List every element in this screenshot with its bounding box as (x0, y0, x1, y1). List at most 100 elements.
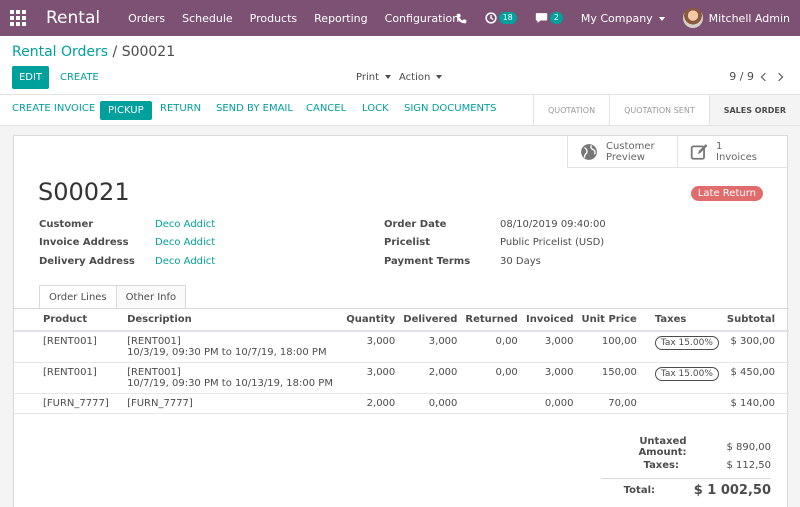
table-row[interactable]: [FURN_7777] [FURN_7777] 2,000 0,000 0,00… (14, 393, 789, 414)
delivery-address-field[interactable]: Deco Addict (155, 256, 215, 267)
app-name[interactable]: Rental (46, 8, 100, 28)
preview-label-1: Customer (606, 141, 655, 152)
cell-delivered: 0,000 (399, 393, 462, 414)
taxes-row: Taxes: $ 112,50 (601, 456, 771, 474)
form-sheet: Customer Preview 1 Invoices S00021 Late Re… (13, 135, 789, 507)
col-returned[interactable]: Returned (461, 309, 522, 332)
pickup-button[interactable]: PICKUP (100, 101, 152, 120)
tab-other-info[interactable]: Other Info (116, 285, 187, 309)
company-switcher[interactable]: My Company (581, 12, 665, 25)
cell-invoiced: 3,000 (521, 362, 578, 394)
menu-item-products[interactable]: Products (250, 12, 298, 25)
print-dropdown[interactable]: Print (356, 72, 392, 83)
col-invoiced[interactable]: Invoiced (521, 309, 578, 332)
globe-icon (581, 144, 597, 160)
col-description[interactable]: Description (123, 309, 341, 332)
edit-button[interactable]: EDIT (12, 66, 49, 89)
stage-quotation-sent[interactable]: QUOTATION SENT (609, 95, 709, 125)
description-line: [RENT001] (127, 367, 181, 378)
delivery-address-label: Delivery Address (39, 256, 135, 267)
order-lines-table: Product Description Quantity Delivered R… (14, 309, 789, 414)
chevron-down-icon (436, 75, 443, 79)
sign-documents-button[interactable]: SIGN DOCUMENTS (404, 103, 496, 114)
customer-preview-button[interactable]: Customer Preview (567, 136, 677, 168)
table-row[interactable]: [RENT001] [RENT001] 10/3/19, 09:30 PM to … (14, 331, 789, 363)
cell-subtotal: $ 450,00 (722, 362, 789, 394)
stage-sales-order[interactable]: SALES ORDER (708, 95, 800, 125)
cell-quantity: 2,000 (340, 393, 400, 414)
col-subtotal[interactable]: Subtotal (722, 309, 789, 332)
cell-taxes: Tax 15.00% (640, 331, 723, 363)
menu-item-orders[interactable]: Orders (128, 12, 165, 25)
invoices-button[interactable]: 1 Invoices (677, 136, 787, 168)
return-button[interactable]: RETURN (160, 103, 201, 114)
order-date-label: Order Date (384, 219, 447, 230)
send-by-email-button[interactable]: SEND BY EMAIL (216, 103, 293, 114)
tab-order-lines[interactable]: Order Lines (39, 285, 117, 309)
untaxed-row: Untaxed Amount: $ 890,00 (601, 436, 771, 458)
order-totals: Untaxed Amount: $ 890,00 Taxes: $ 112,50… (601, 436, 771, 502)
breadcrumb-parent[interactable]: Rental Orders (12, 44, 108, 60)
table-header-row: Product Description Quantity Delivered R… (14, 309, 789, 332)
table-row[interactable]: [RENT001] [RENT001] 10/7/19, 09:30 PM to … (14, 362, 789, 394)
cell-product: [FURN_7777] (14, 393, 124, 414)
cell-invoiced: 0,000 (521, 393, 578, 414)
col-quantity[interactable]: Quantity (340, 309, 400, 332)
action-label: Action (399, 72, 431, 83)
col-delivered[interactable]: Delivered (399, 309, 462, 332)
user-name[interactable]: Mitchell Admin (709, 12, 790, 25)
cell-subtotal: $ 140,00 (722, 393, 789, 414)
apps-menu-icon[interactable] (0, 0, 36, 36)
cell-quantity: 3,000 (340, 362, 400, 394)
messages-icon[interactable]: 2 (535, 12, 563, 24)
breadcrumb: Rental Orders / S00021 (12, 44, 175, 60)
print-label: Print (356, 72, 380, 83)
col-taxes[interactable]: Taxes (640, 309, 723, 332)
company-name: My Company (580, 11, 653, 25)
cell-invoiced: 3,000 (521, 331, 578, 363)
menu-item-reporting[interactable]: Reporting (314, 12, 367, 25)
cancel-button[interactable]: CANCEL (306, 103, 346, 114)
untaxed-value: $ 890,00 (726, 441, 771, 453)
customer-label: Customer (39, 219, 94, 230)
phone-icon[interactable] (456, 13, 467, 24)
edit-square-icon (690, 144, 708, 160)
create-button[interactable]: CREATE (60, 72, 99, 83)
col-unit-price[interactable]: Unit Price (577, 309, 641, 332)
smart-buttons: Customer Preview 1 Invoices (567, 136, 787, 168)
lock-button[interactable]: LOCK (362, 103, 389, 114)
pager-value[interactable]: 9 / 9 (729, 70, 754, 83)
cell-taxes: Tax 15.00% (640, 362, 723, 394)
total-label: Total: (623, 485, 655, 496)
chevron-left-icon[interactable] (760, 72, 770, 81)
description-period: 10/7/19, 09:30 PM to 10/13/19, 18:00 PM (127, 378, 333, 389)
cell-delivered: 3,000 (399, 331, 462, 363)
create-invoice-button[interactable]: CREATE INVOICE (12, 103, 95, 114)
pager: 9 / 9 (729, 70, 784, 83)
col-product[interactable]: Product (14, 309, 124, 332)
cell-description: [RENT001] 10/7/19, 09:30 PM to 10/13/19, … (123, 362, 341, 394)
preview-label-2: Preview (606, 152, 645, 163)
menu-item-configuration[interactable]: Configuration (385, 12, 460, 25)
payment-terms-label: Payment Terms (384, 256, 471, 267)
action-dropdown[interactable]: Action (399, 72, 443, 83)
menu-item-schedule[interactable]: Schedule (182, 12, 233, 25)
chevron-down-icon (658, 16, 665, 21)
chevron-right-icon[interactable] (774, 72, 784, 81)
status-stages: QUOTATION QUOTATION SENT SALES ORDER (532, 95, 800, 125)
tax-tag: Tax 15.00% (654, 336, 719, 350)
activity-clock-icon[interactable]: 18 (484, 12, 517, 24)
invoice-address-label: Invoice Address (39, 237, 129, 248)
customer-field[interactable]: Deco Addict (155, 219, 215, 230)
cell-taxes (640, 393, 723, 414)
cell-returned: 0,00 (461, 362, 522, 394)
total-value: $ 1 002,50 (693, 483, 771, 498)
cell-unit-price: 150,00 (577, 362, 641, 394)
untaxed-label: Untaxed Amount: (638, 436, 687, 458)
stage-quotation[interactable]: QUOTATION (532, 95, 609, 125)
tax-tag: Tax 15.00% (654, 367, 719, 381)
cell-delivered: 2,000 (399, 362, 462, 394)
avatar[interactable] (682, 8, 703, 28)
pricelist-field: Public Pricelist (USD) (500, 237, 605, 248)
invoice-address-field[interactable]: Deco Addict (155, 237, 215, 248)
